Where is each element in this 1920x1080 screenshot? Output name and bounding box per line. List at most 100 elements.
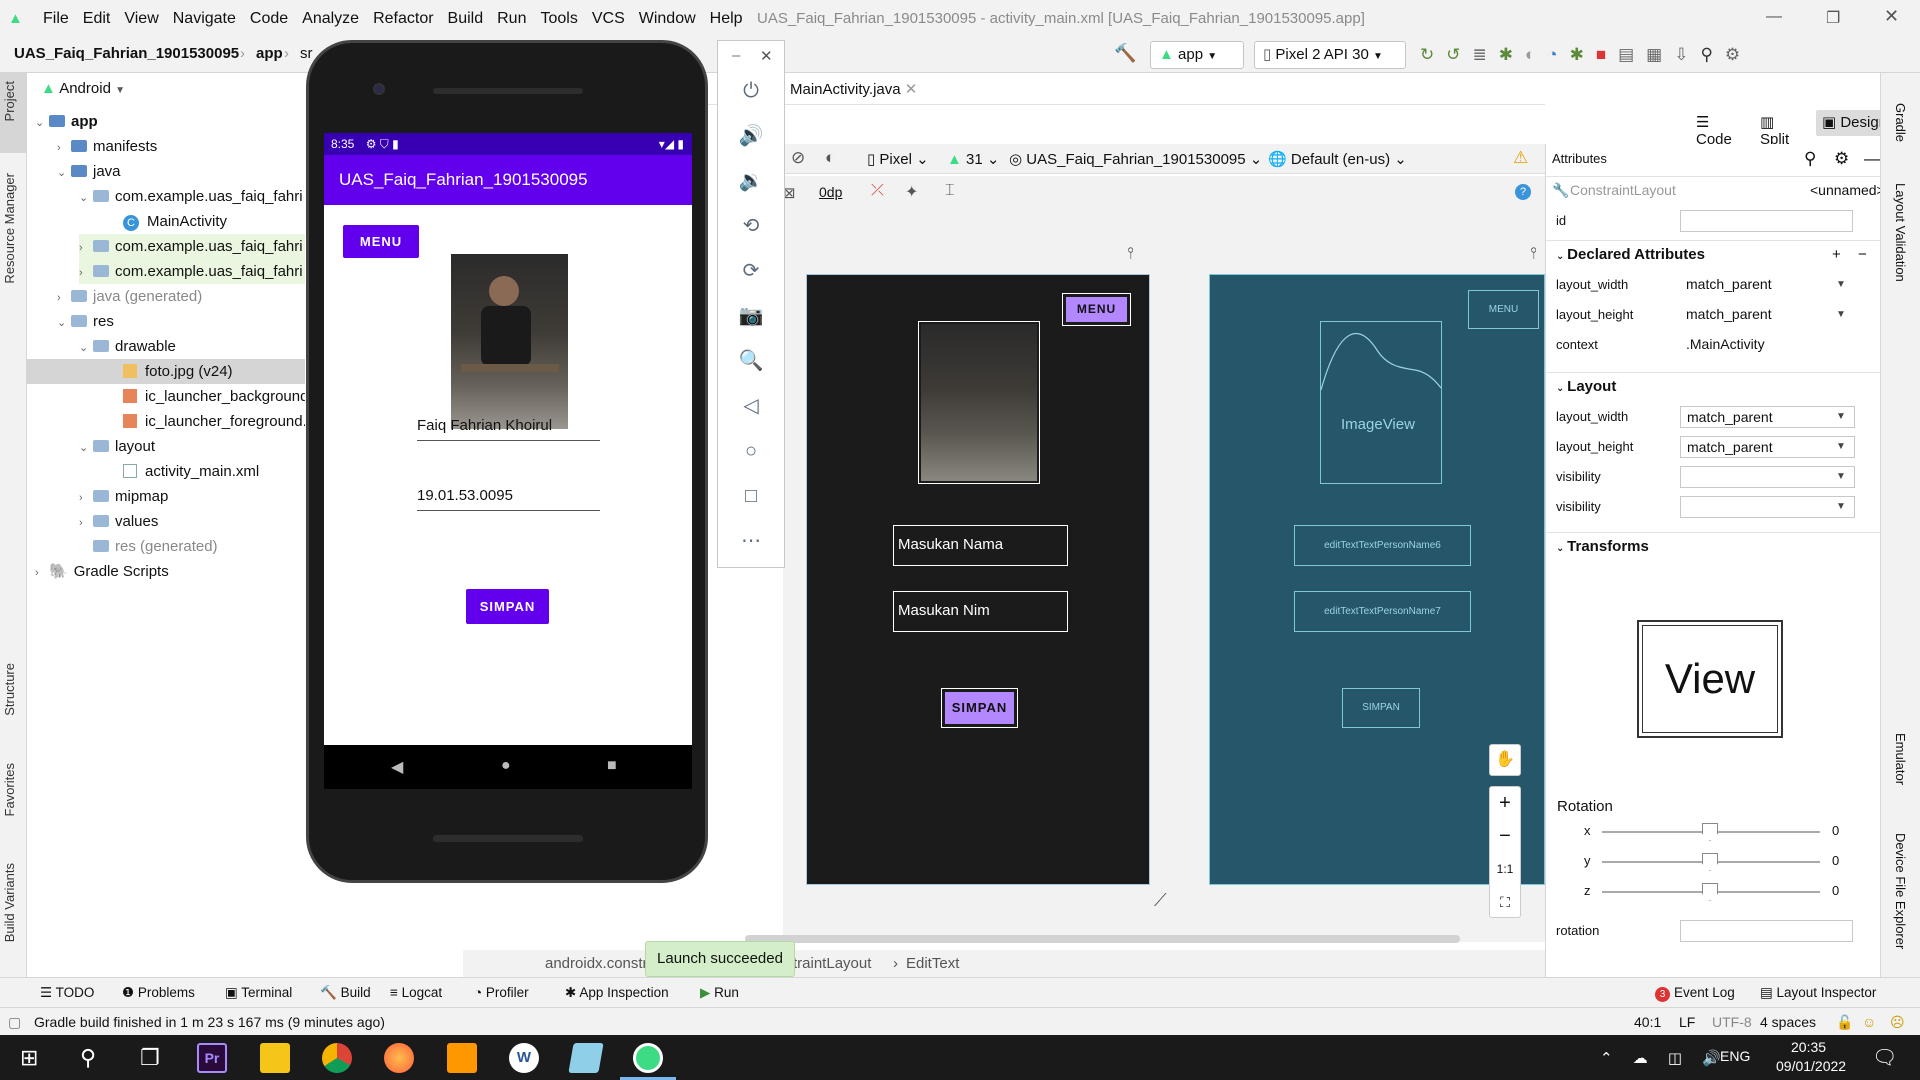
profile-icon[interactable]: ◔ <box>1547 45 1569 64</box>
rotate-left-icon[interactable]: ⟲ <box>734 211 768 241</box>
settings-icon[interactable]: ⚙ <box>1725 45 1752 64</box>
profiler-tool-button[interactable]: ◔ Profiler <box>474 978 529 1008</box>
layout-inspector-tool-button[interactable]: ▤ Layout Inspector <box>1760 978 1876 1008</box>
chevron-down-icon[interactable]: ▼ <box>1836 492 1846 522</box>
minimize-emulator-icon[interactable]: – <box>732 47 740 64</box>
chevron-down-icon[interactable]: ⌄ <box>79 436 93 461</box>
tools-visibility-dropdown[interactable] <box>1680 496 1855 518</box>
layout-width-select[interactable]: match_parent <box>1680 274 1830 296</box>
coverage-icon[interactable]: ◐ <box>1525 45 1547 64</box>
menu-file[interactable]: File <box>36 0 76 37</box>
phone-save-button[interactable]: SIMPAN <box>466 589 549 624</box>
sublime-icon[interactable] <box>447 1043 477 1073</box>
transforms-section[interactable]: ⌄ Transforms <box>1546 532 1881 560</box>
warning-icon[interactable]: ⚠ <box>1513 148 1528 168</box>
chevron-down-icon[interactable]: ⌄ <box>79 186 93 211</box>
sad-feedback-icon[interactable]: ☹ <box>1890 1008 1905 1036</box>
menu-tools[interactable]: Tools <box>533 0 584 37</box>
rotation-x-slider[interactable] <box>1602 823 1820 841</box>
chevron-down-icon[interactable]: ▼ <box>1836 270 1846 300</box>
tree-item-app[interactable]: ⌄ app <box>35 109 335 134</box>
emulator-tool-tab[interactable]: Emulator <box>1893 733 1908 785</box>
breadcrumb-src[interactable]: sr <box>300 45 313 62</box>
status-square-icon[interactable]: ▢ <box>8 1008 21 1036</box>
help-icon[interactable]: ? <box>1515 184 1531 200</box>
blueprint-edit1[interactable]: editTextTextPersonName6 <box>1294 525 1471 566</box>
indent-setting[interactable]: 4 spaces <box>1760 1008 1816 1036</box>
debug-icon[interactable]: ✱ <box>1499 45 1525 64</box>
search-icon[interactable]: ⚲ <box>1700 45 1724 64</box>
menu-help[interactable]: Help <box>703 0 750 37</box>
language-indicator[interactable]: ENG <box>1720 1048 1750 1064</box>
orientation-icon[interactable]: ⊘ <box>791 148 805 168</box>
menu-window[interactable]: Window <box>632 0 703 37</box>
firefox-icon[interactable] <box>384 1043 414 1073</box>
theme-picker[interactable]: ◎ UAS_Faiq_Fahrian_1901530095 ⌄ <box>1009 150 1262 168</box>
sync-icon[interactable]: ≣ <box>1473 45 1499 64</box>
back-icon[interactable]: ◁ <box>734 391 768 421</box>
caret-position[interactable]: 40:1 <box>1634 1008 1661 1036</box>
phone-menu-button[interactable]: MENU <box>343 225 419 258</box>
chrome-icon[interactable] <box>322 1043 352 1073</box>
declared-attributes-section[interactable]: ⌄ Declared Attributes + − <box>1546 240 1881 268</box>
tab-mainactivity[interactable]: MainActivity.java ✕ <box>790 80 917 98</box>
restore-icon[interactable]: ❐ <box>1826 8 1840 28</box>
layout-validation-tool-tab[interactable]: Layout Validation <box>1893 183 1908 282</box>
project-view-select[interactable]: Android <box>59 80 111 97</box>
chevron-right-icon[interactable]: › <box>57 286 71 311</box>
more-icon[interactable]: ⋯ <box>734 526 768 556</box>
menu-navigate[interactable]: Navigate <box>166 0 243 37</box>
blueprint-menu[interactable]: MENU <box>1468 290 1539 329</box>
code-view-button[interactable]: ☰ Code <box>1696 113 1732 148</box>
phone-name-field[interactable]: Faiq Fahrian Khoirul <box>417 417 600 441</box>
terminal-tool-button[interactable]: ▣ Terminal <box>225 978 292 1008</box>
split-view-button[interactable]: ▥ Split <box>1760 113 1789 148</box>
device-manager-icon[interactable]: ▤ <box>1618 45 1646 64</box>
apply-code-icon[interactable]: ↺ <box>1446 45 1472 64</box>
chevron-right-icon[interactable]: › <box>57 136 71 161</box>
menu-build[interactable]: Build <box>441 0 491 37</box>
pin-icon[interactable]: ⫯ <box>1127 245 1134 263</box>
design-name-field[interactable]: Masukan Nama <box>893 525 1068 566</box>
layout-width-dropdown[interactable]: match_parent <box>1680 406 1855 428</box>
guidelines-icon[interactable]: ⌶ <box>945 182 955 200</box>
design-view-button[interactable]: ▣ Design <box>1816 110 1890 136</box>
breadcrumb-constraintlayout[interactable]: androidx.constr <box>545 950 648 977</box>
line-separator[interactable]: LF <box>1679 1008 1695 1036</box>
windows-start-icon[interactable]: ⊞ <box>20 1045 38 1071</box>
blueprint-image[interactable]: ImageView <box>1320 321 1442 484</box>
tree-item-package-test[interactable]: › com.example.uas_faiq_fahri <box>79 234 305 259</box>
visibility-dropdown[interactable] <box>1680 466 1855 488</box>
resource-manager-tool-tab[interactable]: Resource Manager <box>2 173 17 284</box>
chevron-down-icon[interactable]: ▼ <box>1836 402 1846 432</box>
favorites-tool-tab[interactable]: Favorites <box>2 763 17 816</box>
chevron-right-icon[interactable]: › <box>79 236 93 261</box>
blueprint-save[interactable]: SIMPAN <box>1342 688 1420 728</box>
taskbar-time[interactable]: 20:35 <box>1791 1039 1826 1055</box>
camera-icon[interactable]: 📷 <box>734 301 768 331</box>
premiere-icon[interactable]: Pr <box>197 1043 227 1073</box>
status-message[interactable]: Gradle build finished in 1 m 23 s 167 ms… <box>34 1008 385 1036</box>
infer-constraints-icon[interactable]: ✦ <box>905 182 918 202</box>
layout-height-select[interactable]: match_parent <box>1680 304 1830 326</box>
tree-item-gradle-scripts[interactable]: › 🐘 Gradle Scripts <box>35 559 335 584</box>
back-nav-icon[interactable]: ◀ <box>391 757 403 777</box>
overview-icon[interactable]: □ <box>734 481 768 511</box>
id-input[interactable] <box>1680 210 1853 232</box>
chevron-down-icon[interactable]: ▼ <box>1836 300 1846 330</box>
chevron-right-icon[interactable]: › <box>79 261 93 286</box>
volume-down-icon[interactable]: 🔉 <box>734 166 768 196</box>
remove-attribute-icon[interactable]: − <box>1858 241 1867 269</box>
tree-item-foto[interactable]: foto.jpg (v24) <box>27 359 305 384</box>
locale-picker[interactable]: 🌐 Default (en-us) ⌄ <box>1268 150 1407 168</box>
tree-item-package-androidtest[interactable]: › com.example.uas_faiq_fahri <box>79 259 305 284</box>
build-tool-button[interactable]: 🔨 Build <box>320 978 371 1008</box>
zoom-fit-icon[interactable]: ⛶ <box>1490 886 1520 919</box>
chevron-right-icon[interactable]: › <box>35 561 49 586</box>
phone-nim-field[interactable]: 19.01.53.0095 <box>417 487 600 511</box>
lock-icon[interactable]: 🔓 <box>1836 1008 1853 1036</box>
tray-icons[interactable]: ⌃ ☁ ◫ 🔊 <box>1600 1049 1729 1067</box>
night-mode-icon[interactable]: ◐ <box>825 148 835 168</box>
menu-refactor[interactable]: Refactor <box>366 0 440 37</box>
api-picker[interactable]: ▲ 31 ⌄ <box>947 150 999 168</box>
